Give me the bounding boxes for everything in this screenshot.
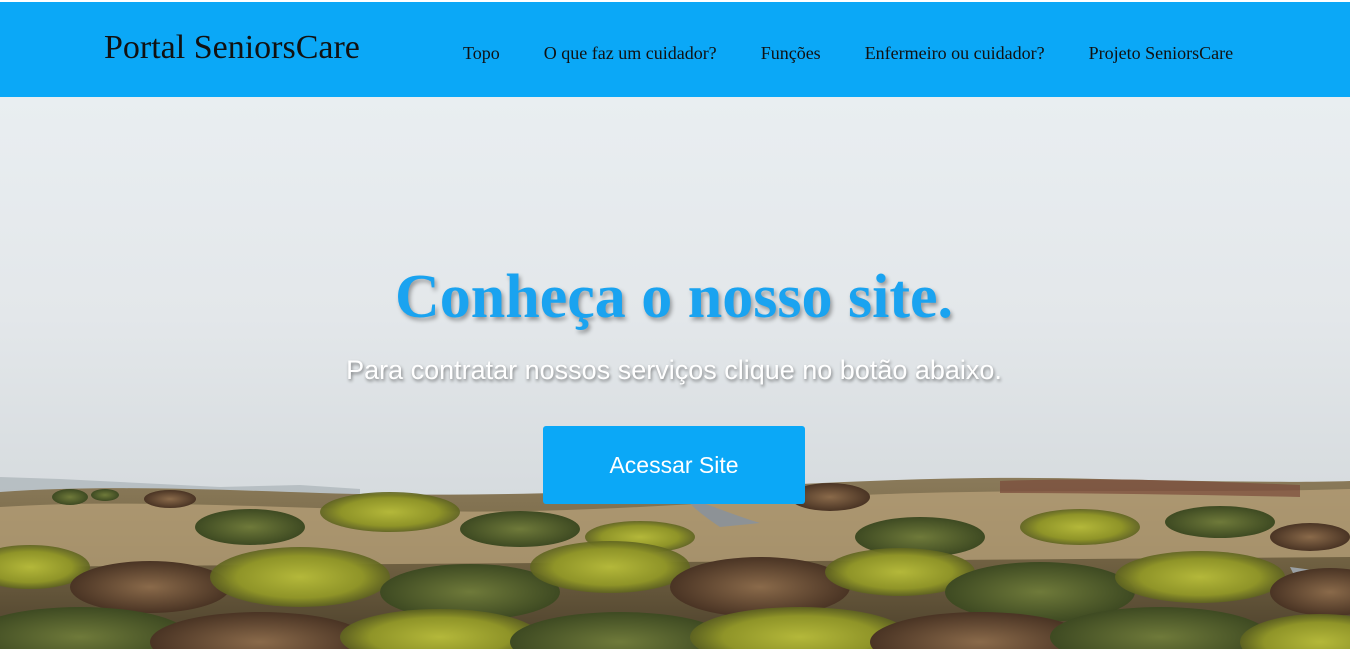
nav-links: Topo O que faz um cuidador? Funções Enfe… bbox=[441, 40, 1255, 66]
nav-link-projeto[interactable]: Projeto SeniorsCare bbox=[1067, 40, 1255, 66]
brand-logo-link[interactable]: Portal SeniorsCare bbox=[104, 28, 360, 68]
hero-section: Conheça o nosso site. Para contratar nos… bbox=[0, 97, 1350, 649]
hero-subtitle: Para contratar nossos serviços clique no… bbox=[346, 355, 1002, 385]
nav-link-topo[interactable]: Topo bbox=[441, 40, 522, 66]
access-site-button[interactable]: Acessar Site bbox=[543, 426, 805, 504]
nav-link-funcoes[interactable]: Funções bbox=[739, 40, 843, 66]
hero-title: Conheça o nosso site. bbox=[394, 263, 954, 331]
navbar: Portal SeniorsCare Topo O que faz um cui… bbox=[0, 2, 1350, 97]
nav-link-o-que-faz[interactable]: O que faz um cuidador? bbox=[522, 40, 739, 66]
nav-link-enfermeiro[interactable]: Enfermeiro ou cuidador? bbox=[843, 40, 1067, 66]
